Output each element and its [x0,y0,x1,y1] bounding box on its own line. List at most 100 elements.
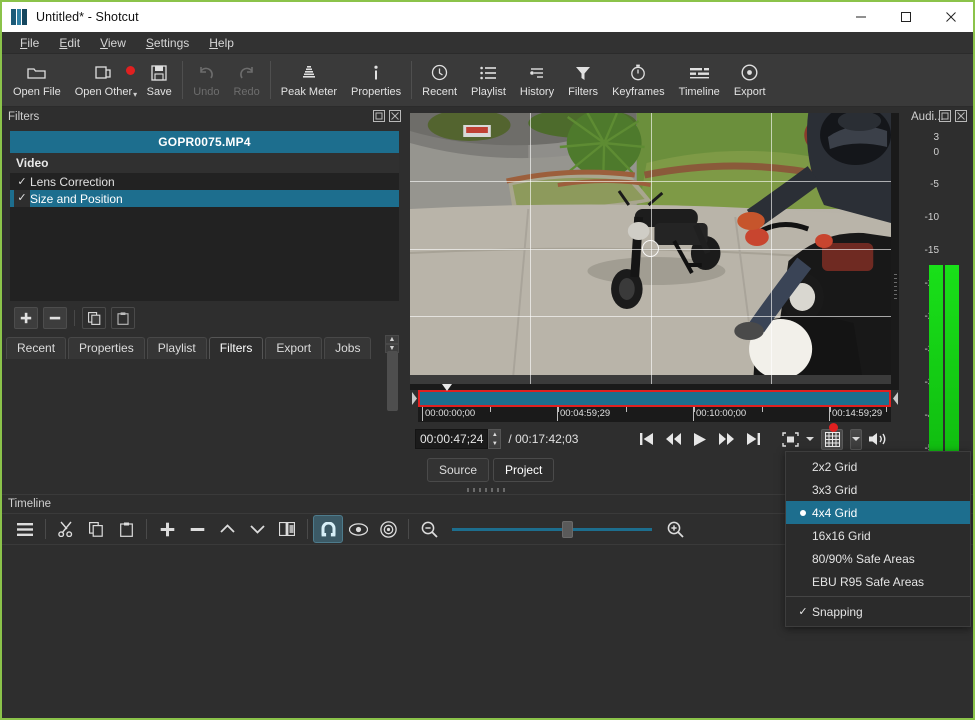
rewind-button[interactable] [666,433,682,445]
skip-to-start-button[interactable] [640,433,654,445]
menu-divider [786,596,970,597]
menu-edit[interactable]: Edit [49,34,90,52]
toolbar-export-button[interactable]: Export [727,56,773,105]
filter-item-size-and-position[interactable]: ✓ Size and Position [10,190,399,207]
toolbar-open-file-button[interactable]: Open File [6,56,68,105]
zoom-slider-track [452,527,652,531]
toolbar-open-other-button[interactable]: ▾ Open Other [68,56,139,105]
scrollbar-thumb[interactable] [387,351,398,411]
toolbar-timeline-button[interactable]: Timeline [672,56,727,105]
out-point-icon[interactable] [891,390,899,407]
skip-to-end-button[interactable] [747,433,761,445]
play-button[interactable] [694,432,707,446]
filter-list[interactable]: Video ✓ Lens Correction ✓ Size and Posit… [10,153,399,301]
toolbar-divider [45,519,46,539]
tab-project[interactable]: Project [493,458,555,482]
menu-item-ebu-r95-safe-areas[interactable]: EBU R95 Safe Areas [786,570,970,593]
overwrite-button[interactable] [242,515,272,543]
meter-scale-label: 3 [933,132,939,143]
copy-button[interactable] [81,515,111,543]
zoom-fit-icon[interactable] [782,431,800,447]
zoom-slider-thumb[interactable] [562,520,573,538]
playhead[interactable] [442,384,453,408]
menu-item-label: Snapping [812,604,863,619]
current-timecode-input[interactable]: 00:00:47;24 [415,429,489,449]
lift-button[interactable] [212,515,242,543]
zoom-in-icon[interactable] [660,515,690,543]
menu-view[interactable]: View [90,34,136,52]
in-point-icon[interactable] [410,390,418,407]
paste-filters-button[interactable] [111,307,135,329]
menu-file[interactable]: File [10,34,49,52]
menu-item-3x3-grid[interactable]: 3x3 Grid [786,478,970,501]
toolbar-properties-label: Properties [351,85,402,98]
splitter-grip[interactable] [467,488,505,492]
undo-arrow-icon [197,63,215,83]
time-ruler[interactable]: 00:00:00;00 00:04:59;29 00:10:00;00 00:1… [418,407,891,422]
close-icon[interactable] [928,2,973,32]
timeline-menu-button[interactable] [10,515,40,543]
grid-dropdown-button[interactable] [850,428,863,450]
menu-help[interactable]: Help [199,34,244,52]
volume-icon[interactable] [869,432,887,446]
split-button[interactable] [272,515,302,543]
minimize-icon[interactable] [838,2,883,32]
scrub-while-dragging-button[interactable] [343,515,373,543]
toolbar-save-button[interactable]: Save [139,56,179,105]
total-duration-label: / 00:17:42;03 [508,432,579,446]
timecode-stepper[interactable]: ▲ ▼ [488,429,502,449]
close-dock-icon[interactable] [389,110,401,122]
scroll-up-icon[interactable]: ▲ [385,335,399,344]
toolbar-playlist-button[interactable]: Playlist [464,56,513,105]
video-frame[interactable] [410,113,891,384]
toolbar-properties-button[interactable]: Properties [344,56,408,105]
filters-dock-title: Filters [8,110,40,123]
toolbar-filters-button[interactable]: Filters [561,56,605,105]
scrub-track[interactable] [418,384,891,408]
toolbar-history-button[interactable]: History [513,56,561,105]
float-dock-icon[interactable] [373,110,385,122]
player-grip-dots [894,273,897,302]
filter-item-lens-correction[interactable]: ✓ Lens Correction [10,173,399,190]
menu-item-label: EBU R95 Safe Areas [812,574,925,589]
add-filter-button[interactable] [14,307,38,329]
ripple-all-tracks-button[interactable] [373,515,403,543]
grid-button[interactable] [821,422,844,450]
title-bar: Untitled* - Shotcut [2,2,973,32]
menu-item-2x2-grid[interactable]: 2x2 Grid [786,455,970,478]
cut-button[interactable] [51,515,81,543]
ripple-delete-button[interactable] [182,515,212,543]
filter-checkbox-icon[interactable]: ✓ [14,175,30,188]
zoom-dropdown-button[interactable] [806,437,815,441]
tab-source[interactable]: Source [427,458,490,482]
zoom-out-icon[interactable] [414,515,444,543]
paste-button[interactable] [111,515,141,543]
toolbar-undo-button[interactable]: Undo [186,56,226,105]
filter-checkbox-icon[interactable]: ✓ [14,190,30,207]
scrub-bar[interactable] [410,384,899,408]
copy-filters-button[interactable] [82,307,106,329]
maximize-icon[interactable] [883,2,928,32]
menu-view-rest: iew [107,35,126,50]
toolbar-keyframes-button[interactable]: Keyframes [605,56,672,105]
remove-filter-button[interactable] [43,307,67,329]
menu-item-snapping[interactable]: ✓ Snapping [786,600,970,623]
menu-item-16x16-grid[interactable]: 16x16 Grid [786,524,970,547]
timeline-zoom-slider[interactable] [452,519,652,539]
toolbar-peak-meter-button[interactable]: Peak Meter [274,56,344,105]
menu-item-safe-areas-8090[interactable]: 80/90% Safe Areas [786,547,970,570]
float-dock-icon[interactable] [939,110,951,122]
menu-settings[interactable]: Settings [136,34,199,52]
append-button[interactable] [152,515,182,543]
snap-button[interactable] [313,515,343,543]
toolbar-save-label: Save [146,85,172,98]
menu-bar: File Edit View Settings Help [2,32,973,54]
close-dock-icon[interactable] [955,110,967,122]
toolbar-recent-button[interactable]: Recent [415,56,464,105]
funnel-icon [575,63,591,83]
toolbar-redo-button[interactable]: Redo [226,56,266,105]
filter-item-label: Size and Position [30,191,123,206]
fast-forward-button[interactable] [719,433,735,445]
vui-center-handle[interactable] [642,240,659,257]
menu-item-4x4-grid[interactable]: 4x4 Grid [786,501,970,524]
